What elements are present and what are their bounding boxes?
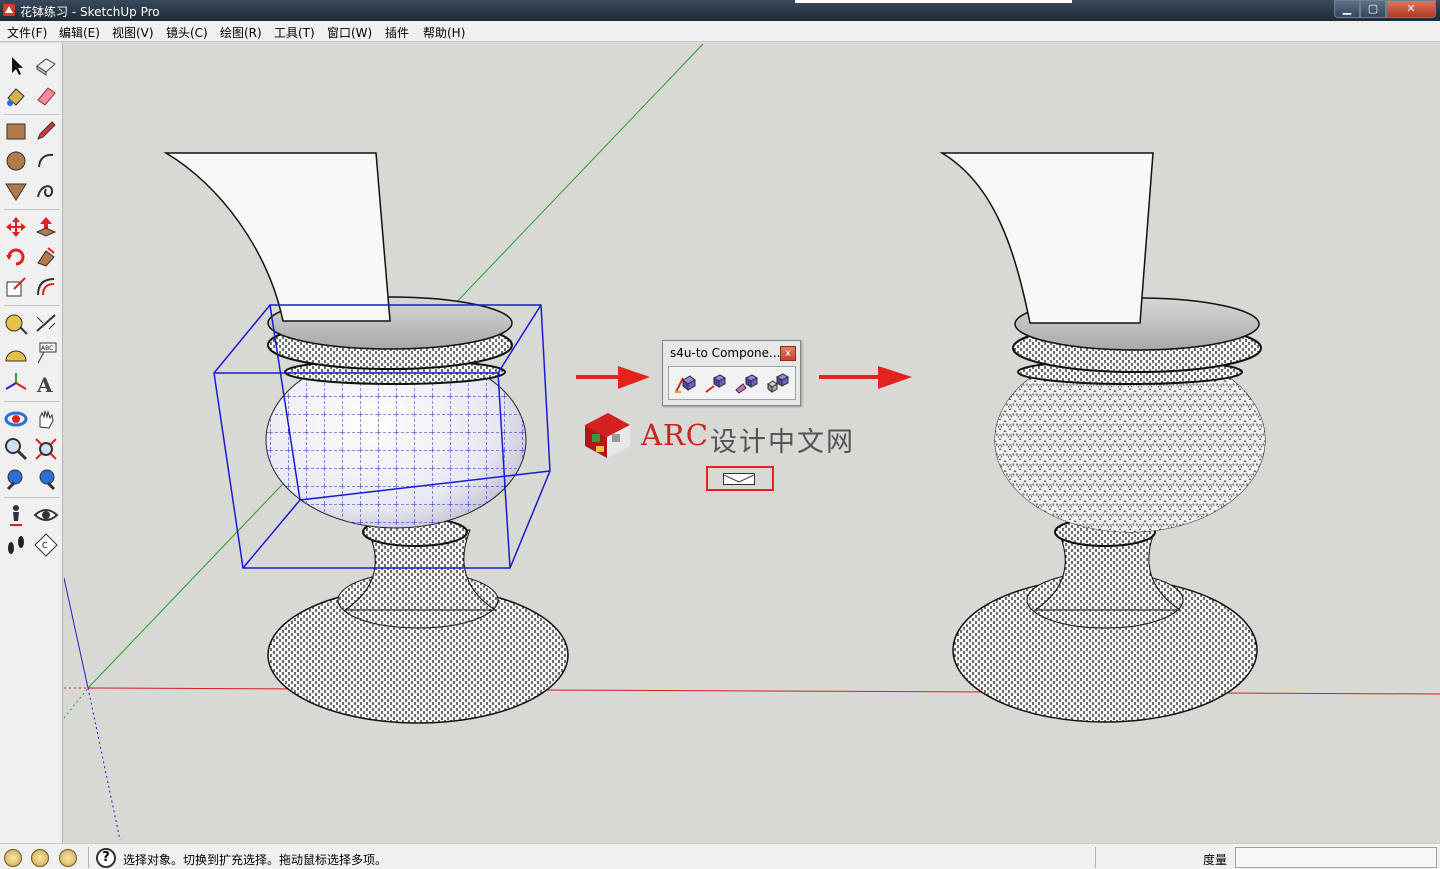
svg-text:ABC: ABC bbox=[41, 345, 53, 352]
s4u-component-icon-3[interactable] bbox=[732, 370, 760, 396]
zoom-extents-icon[interactable] bbox=[32, 435, 60, 463]
blue-axis bbox=[64, 577, 89, 689]
measurements-label: 度量 bbox=[1203, 853, 1228, 867]
sketchup-logo-icon bbox=[3, 4, 15, 16]
push-pull-icon[interactable] bbox=[32, 213, 60, 241]
pencil-icon[interactable] bbox=[32, 117, 60, 145]
status-message: 选择对象。切换到扩充选择。拖动鼠标选择多项。 bbox=[123, 853, 388, 867]
status-divider bbox=[88, 847, 89, 868]
offset-icon[interactable] bbox=[32, 273, 60, 301]
menu-file[interactable]: 文件(F) bbox=[7, 24, 47, 41]
follow-me-icon[interactable] bbox=[32, 243, 60, 271]
orbit-icon[interactable] bbox=[2, 405, 30, 433]
urn-left bbox=[163, 152, 569, 724]
look-around-icon[interactable] bbox=[32, 501, 60, 529]
freehand-icon[interactable] bbox=[32, 177, 60, 205]
help-icon[interactable]: ? bbox=[96, 848, 116, 868]
svg-text:A: A bbox=[36, 373, 53, 397]
section-plane-icon[interactable]: C bbox=[32, 531, 60, 559]
arc-brand-text: ARC bbox=[641, 418, 709, 452]
geo-location-icon[interactable] bbox=[4, 849, 22, 867]
menu-draw[interactable]: 绘图(R) bbox=[220, 24, 262, 41]
menu-tools[interactable]: 工具(T) bbox=[274, 24, 315, 41]
title-bar: 花钵练习 - SketchUp Pro ▁ ▢ ✕ bbox=[0, 0, 1440, 21]
menu-camera[interactable]: 镜头(C) bbox=[166, 24, 208, 41]
protractor-icon[interactable] bbox=[2, 339, 30, 367]
text-icon[interactable]: ABC bbox=[32, 339, 60, 367]
large-tool-set: ABC A C bbox=[0, 43, 63, 843]
scale-icon[interactable] bbox=[2, 273, 30, 301]
minimize-button[interactable]: ▁ bbox=[1334, 0, 1360, 18]
rotate-icon[interactable] bbox=[2, 243, 30, 271]
arc-icon[interactable] bbox=[32, 147, 60, 175]
status-bar: ? 选择对象。切换到扩充选择。拖动鼠标选择多项。 度量 bbox=[0, 843, 1440, 869]
menu-view[interactable]: 视图(V) bbox=[112, 24, 154, 41]
eraser-icon[interactable] bbox=[32, 82, 60, 110]
toolbar-separator bbox=[4, 497, 60, 498]
urn-right bbox=[939, 152, 1266, 723]
maximize-button[interactable]: ▢ bbox=[1360, 0, 1386, 18]
measurements-input[interactable] bbox=[1235, 847, 1437, 868]
make-component-icon[interactable] bbox=[32, 52, 60, 80]
toolbar-close-button[interactable]: x bbox=[780, 346, 796, 361]
arrow-right bbox=[819, 366, 912, 389]
previous-view-icon[interactable] bbox=[2, 465, 30, 493]
walk-icon[interactable] bbox=[2, 531, 30, 559]
s4u-component-icon-1[interactable] bbox=[671, 370, 699, 396]
toolbar-title: s4u-to Compone... bbox=[670, 346, 781, 360]
status-divider bbox=[1095, 847, 1096, 868]
user-icon[interactable] bbox=[59, 849, 77, 867]
arrow-left bbox=[576, 366, 650, 389]
pan-icon[interactable] bbox=[32, 405, 60, 433]
toolbar-body bbox=[668, 366, 796, 400]
s4u-to-component-toolbar[interactable]: s4u-to Compone... x bbox=[662, 340, 801, 406]
toolbar-separator bbox=[4, 209, 60, 210]
menu-help[interactable]: 帮助(H) bbox=[423, 24, 465, 41]
rectangle-icon[interactable] bbox=[2, 117, 30, 145]
s4u-component-icon-4[interactable] bbox=[763, 370, 791, 396]
arc-logo-icon bbox=[585, 413, 630, 458]
3d-text-icon[interactable]: A bbox=[32, 369, 60, 397]
paint-bucket-icon[interactable] bbox=[2, 82, 30, 110]
menu-edit[interactable]: 编辑(E) bbox=[59, 24, 100, 41]
toolbar-separator bbox=[4, 114, 60, 115]
window-title: 花钵练习 - SketchUp Pro bbox=[20, 5, 160, 19]
toolbar-separator bbox=[4, 401, 60, 402]
s4u-component-icon-2[interactable] bbox=[702, 370, 730, 396]
menu-window[interactable]: 窗口(W) bbox=[327, 24, 372, 41]
circle-icon[interactable] bbox=[2, 147, 30, 175]
move-icon[interactable] bbox=[2, 213, 30, 241]
credits-icon[interactable] bbox=[31, 849, 49, 867]
title-bar-strip bbox=[795, 0, 1072, 3]
envelope-icon bbox=[723, 473, 755, 485]
menu-bar: 文件(F) 编辑(E) 视图(V) 镜头(C) 绘图(R) 工具(T) 窗口(W… bbox=[0, 21, 1440, 42]
zoom-icon[interactable] bbox=[2, 435, 30, 463]
menu-plugins[interactable]: 插件 bbox=[385, 24, 409, 41]
highlight-box bbox=[706, 466, 774, 491]
svg-text:C: C bbox=[42, 541, 48, 550]
axes-icon[interactable] bbox=[2, 369, 30, 397]
select-tool-icon[interactable] bbox=[2, 52, 30, 80]
next-view-icon[interactable] bbox=[32, 465, 60, 493]
tape-measure-icon[interactable] bbox=[2, 309, 30, 337]
close-button[interactable]: ✕ bbox=[1386, 0, 1436, 18]
arc-site-text: 设计中文网 bbox=[710, 427, 855, 458]
dimension-icon[interactable] bbox=[32, 309, 60, 337]
toolbar-separator bbox=[4, 305, 60, 306]
position-camera-icon[interactable] bbox=[2, 501, 30, 529]
polygon-icon[interactable] bbox=[2, 177, 30, 205]
